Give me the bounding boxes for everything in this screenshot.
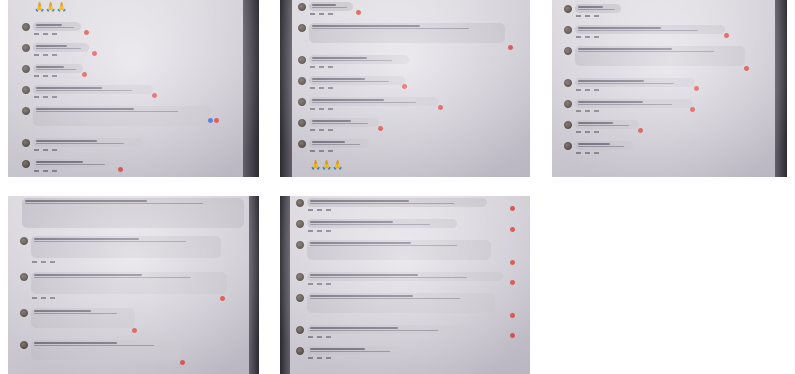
comment <box>564 99 765 116</box>
screen-area <box>564 0 765 177</box>
comment <box>296 325 518 342</box>
avatar <box>564 121 572 129</box>
comment <box>298 23 520 51</box>
comment <box>298 139 520 156</box>
avatar <box>564 47 572 55</box>
praying-hands-emoji: 🙏🙏🙏 <box>34 2 68 12</box>
comment <box>564 120 765 137</box>
comment <box>296 293 518 321</box>
avatar <box>22 107 30 115</box>
comment <box>22 138 229 155</box>
avatar <box>298 56 306 64</box>
comment <box>22 43 229 60</box>
avatar <box>296 326 304 334</box>
screen-area <box>20 196 244 374</box>
comment <box>564 141 765 158</box>
avatar <box>564 5 572 13</box>
comment <box>298 2 520 19</box>
comment-thread-photo-2: 🙏🙏🙏 <box>280 0 530 177</box>
avatar <box>298 98 306 106</box>
comment <box>564 46 765 74</box>
screen-area: 🙏🙏🙏 <box>22 0 229 177</box>
avatar <box>22 139 30 147</box>
comment <box>22 22 229 39</box>
avatar <box>296 273 304 281</box>
comment <box>20 198 244 232</box>
comment <box>298 55 520 72</box>
comment <box>22 85 229 102</box>
screen-area: 🙏🙏🙏 <box>298 0 520 177</box>
avatar <box>22 44 30 52</box>
avatar <box>564 100 572 108</box>
comment <box>22 64 229 81</box>
avatar <box>564 142 572 150</box>
comment <box>296 240 518 268</box>
avatar <box>298 3 306 11</box>
comment <box>296 272 518 289</box>
comment <box>20 308 243 336</box>
comment-thread-photo-3 <box>552 0 787 177</box>
comment <box>296 219 518 236</box>
comment <box>20 272 243 304</box>
comment-thread-photo-5 <box>280 196 530 374</box>
comment <box>298 76 520 93</box>
comment <box>296 198 518 215</box>
comment <box>296 346 518 363</box>
avatar <box>564 26 572 34</box>
avatar <box>298 119 306 127</box>
comment <box>298 118 520 135</box>
avatar <box>22 160 30 168</box>
avatar <box>296 294 304 302</box>
comment <box>20 236 243 268</box>
praying-hands-emoji: 🙏🙏🙏 <box>310 160 344 170</box>
avatar <box>298 77 306 85</box>
comment <box>564 25 765 42</box>
avatar <box>298 24 306 32</box>
avatar <box>20 309 28 317</box>
comment <box>564 4 765 21</box>
avatar <box>20 341 28 349</box>
avatar <box>296 220 304 228</box>
comment <box>564 78 765 95</box>
avatar <box>20 237 28 245</box>
comment <box>20 340 243 368</box>
comment-thread-photo-4 <box>8 196 259 374</box>
avatar <box>296 347 304 355</box>
avatar <box>298 140 306 148</box>
comment <box>22 159 229 176</box>
avatar <box>22 86 30 94</box>
comment <box>298 97 520 114</box>
comment-thread-photo-1: 🙏🙏🙏 <box>8 0 259 177</box>
avatar <box>296 241 304 249</box>
screen-area <box>296 196 518 374</box>
avatar <box>22 65 30 73</box>
avatar <box>22 23 30 31</box>
avatar <box>296 199 304 207</box>
avatar <box>564 79 572 87</box>
comment <box>22 106 229 134</box>
avatar <box>20 273 28 281</box>
